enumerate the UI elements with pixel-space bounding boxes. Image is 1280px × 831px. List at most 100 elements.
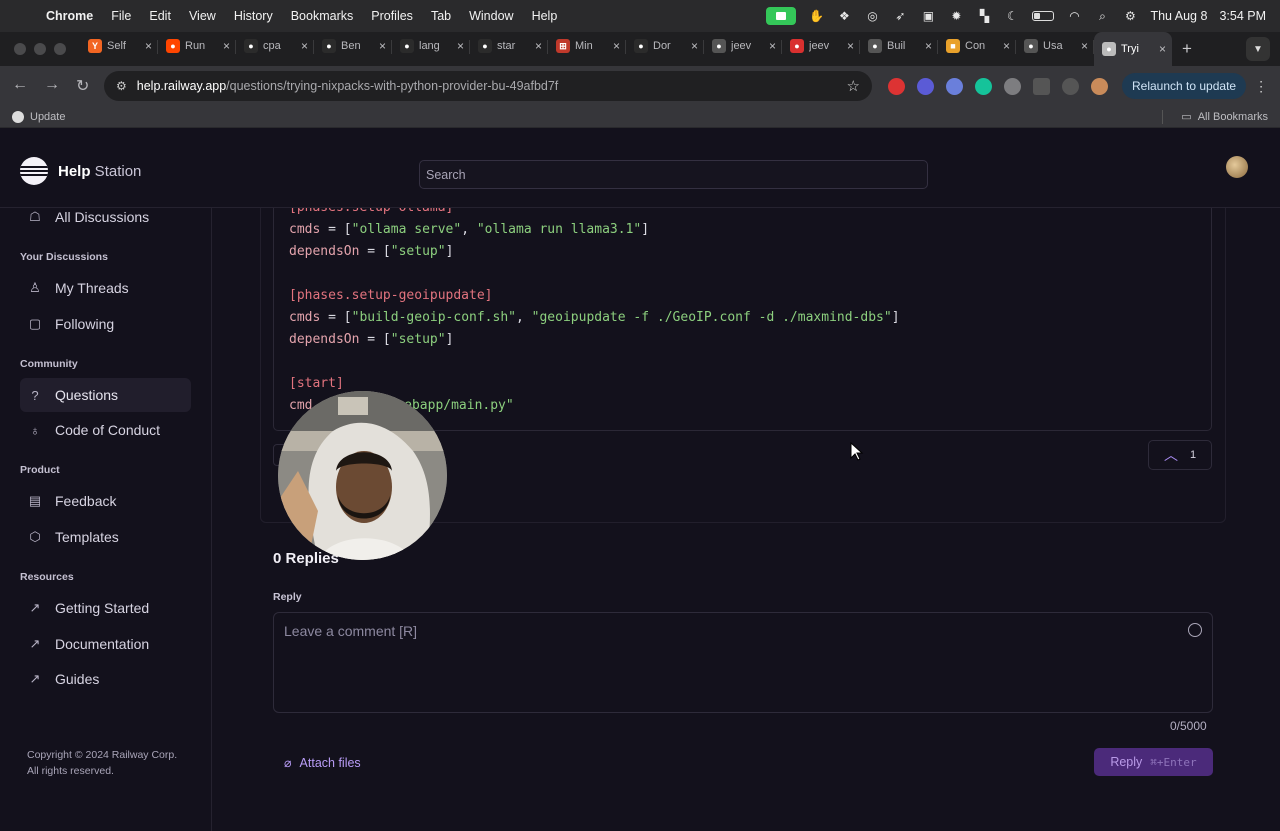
search-input[interactable]: Search [419, 160, 928, 189]
sidebar-item-code-of-conduct[interactable]: ♁ Code of Conduct [20, 413, 191, 447]
facetime-icon[interactable] [766, 7, 797, 25]
site-logo[interactable]: Help Station [20, 157, 141, 185]
sidebar-item-guides[interactable]: ↗ Guides [20, 662, 191, 696]
emoji-icon[interactable] [1188, 623, 1202, 637]
close-tab-icon[interactable]: × [613, 39, 620, 53]
browser-tab[interactable]: ● Run × [158, 32, 236, 60]
menu-file[interactable]: File [111, 9, 131, 23]
new-tab-icon[interactable]: + [1182, 39, 1192, 59]
menu-bookmarks[interactable]: Bookmarks [291, 9, 354, 23]
extensions-puzzle-icon[interactable] [1033, 77, 1050, 95]
close-tab-icon[interactable]: × [925, 39, 932, 53]
browser-tab[interactable]: ● cpa × [236, 32, 314, 60]
sidebar-item-templates[interactable]: ⬡ Templates [20, 520, 191, 554]
extension-sync-icon[interactable] [1062, 77, 1079, 95]
spotlight-icon[interactable]: ⌕ [1094, 9, 1110, 23]
rocket-icon[interactable]: ➶ [892, 9, 908, 23]
wifi-icon[interactable]: ◠ [1066, 9, 1082, 23]
sidebar-item-getting-started[interactable]: ↗ Getting Started [20, 591, 191, 625]
browser-tab[interactable]: ● Usa × [1016, 32, 1094, 60]
extension-shield-icon[interactable] [888, 77, 905, 95]
user-avatar[interactable] [1226, 156, 1248, 178]
menu-help[interactable]: Help [532, 9, 558, 23]
menubar-time[interactable]: 3:54 PM [1219, 9, 1266, 23]
menu-profiles[interactable]: Profiles [371, 9, 413, 23]
attach-files-button[interactable]: ⌀ Attach files [284, 755, 361, 771]
close-tab-icon[interactable]: × [145, 39, 152, 53]
bookmark-star-icon[interactable]: ☆ [847, 77, 860, 95]
close-window-icon[interactable] [14, 43, 26, 55]
menu-tab[interactable]: Tab [431, 9, 451, 23]
browser-tab[interactable]: ● jeev × [704, 32, 782, 60]
extension-globe-icon[interactable] [1004, 77, 1021, 95]
reload-icon[interactable]: ↻ [76, 76, 89, 96]
sidebar-item-feedback[interactable]: ▤ Feedback [20, 484, 191, 518]
close-tab-icon[interactable]: × [379, 39, 386, 53]
profile-avatar-icon[interactable] [1091, 77, 1108, 95]
browser-tab[interactable]: ● Dor × [626, 32, 704, 60]
menu-window[interactable]: Window [469, 9, 513, 23]
paperclip-icon: ⌀ [284, 756, 292, 770]
close-tab-icon[interactable]: × [769, 39, 776, 53]
close-tab-icon[interactable]: × [847, 39, 854, 53]
grammarly-icon[interactable] [975, 77, 992, 95]
browser-tab[interactable]: ● star × [470, 32, 548, 60]
sync-icon[interactable]: ◎ [864, 9, 880, 23]
menu-edit[interactable]: Edit [149, 9, 171, 23]
tab-search-icon[interactable]: ▼ [1246, 37, 1270, 61]
battery-icon[interactable] [1032, 11, 1055, 21]
site-info-icon[interactable]: ⚙ [116, 79, 127, 93]
moon-icon[interactable]: ☾ [1004, 9, 1020, 23]
extension-rocket-icon[interactable] [946, 77, 963, 95]
all-bookmarks[interactable]: ▭ All Bookmarks [1162, 109, 1268, 124]
sidebar-item-my-threads[interactable]: ♙ My Threads [20, 271, 191, 305]
menubar-date[interactable]: Thu Aug 8 [1150, 9, 1207, 23]
hand-icon[interactable]: ✋ [808, 9, 824, 23]
browser-tab[interactable]: ⊞ Min × [548, 32, 626, 60]
browser-tab[interactable]: ● Tryi × [1094, 32, 1172, 66]
menu-history[interactable]: History [234, 9, 273, 23]
reply-textarea[interactable]: Leave a comment [R] [273, 612, 1213, 713]
browser-tab[interactable]: Y Self × [80, 32, 158, 60]
close-tab-icon[interactable]: × [301, 39, 308, 53]
all-bookmarks-label: All Bookmarks [1197, 110, 1268, 123]
chrome-menu-icon[interactable]: ⋮ [1254, 78, 1268, 95]
close-tab-icon[interactable]: × [457, 39, 464, 53]
extension-star-icon[interactable] [917, 77, 934, 95]
layout-icon[interactable]: ▚ [976, 9, 992, 23]
close-tab-icon[interactable]: × [535, 39, 542, 53]
sidebar-item-documentation[interactable]: ↗ Documentation [20, 627, 191, 661]
address-bar[interactable]: ⚙ help.railway.app /questions/trying-nix… [104, 71, 872, 101]
sidebar-item-following[interactable]: ▢ Following [20, 307, 191, 341]
forward-icon[interactable]: → [44, 76, 60, 96]
minimize-window-icon[interactable] [34, 43, 46, 55]
bookmark-update[interactable]: Update [12, 110, 65, 123]
browser-tab[interactable]: ● Ben × [314, 32, 392, 60]
control-center-icon[interactable]: ⚙ [1122, 9, 1138, 23]
webcam-overlay[interactable] [278, 391, 447, 560]
browser-tab[interactable]: ● jeev × [782, 32, 860, 60]
copyright-line-1: Copyright © 2024 Railway Corp. [27, 749, 178, 761]
close-tab-icon[interactable]: × [691, 39, 698, 53]
menu-view[interactable]: View [189, 9, 216, 23]
browser-tab[interactable]: ● Buil × [860, 32, 938, 60]
reply-button[interactable]: Reply ⌘+Enter [1094, 748, 1213, 776]
sidebar-item-questions[interactable]: ? Questions [20, 378, 191, 412]
vote-count: 1 [1189, 449, 1197, 461]
dropbox-icon[interactable]: ❖ [836, 9, 852, 23]
gear-icon[interactable]: ✹ [948, 9, 964, 23]
browser-tab[interactable]: ■ Con × [938, 32, 1016, 60]
menu-app-name[interactable]: Chrome [46, 9, 93, 23]
calendar-icon[interactable]: ▣ [920, 9, 936, 23]
close-tab-icon[interactable]: × [1003, 39, 1010, 53]
close-tab-icon[interactable]: × [223, 39, 230, 53]
upvote-button[interactable]: ︿ 1 [1148, 440, 1212, 470]
external-arrow-icon: ↗ [29, 636, 41, 651]
sidebar-item-label: Documentation [55, 636, 150, 652]
close-tab-icon[interactable]: × [1159, 42, 1166, 56]
relaunch-button[interactable]: Relaunch to update [1122, 73, 1247, 99]
browser-tab[interactable]: ● lang × [392, 32, 470, 60]
zoom-window-icon[interactable] [54, 43, 66, 55]
back-icon[interactable]: ← [12, 76, 28, 96]
close-tab-icon[interactable]: × [1081, 39, 1088, 53]
